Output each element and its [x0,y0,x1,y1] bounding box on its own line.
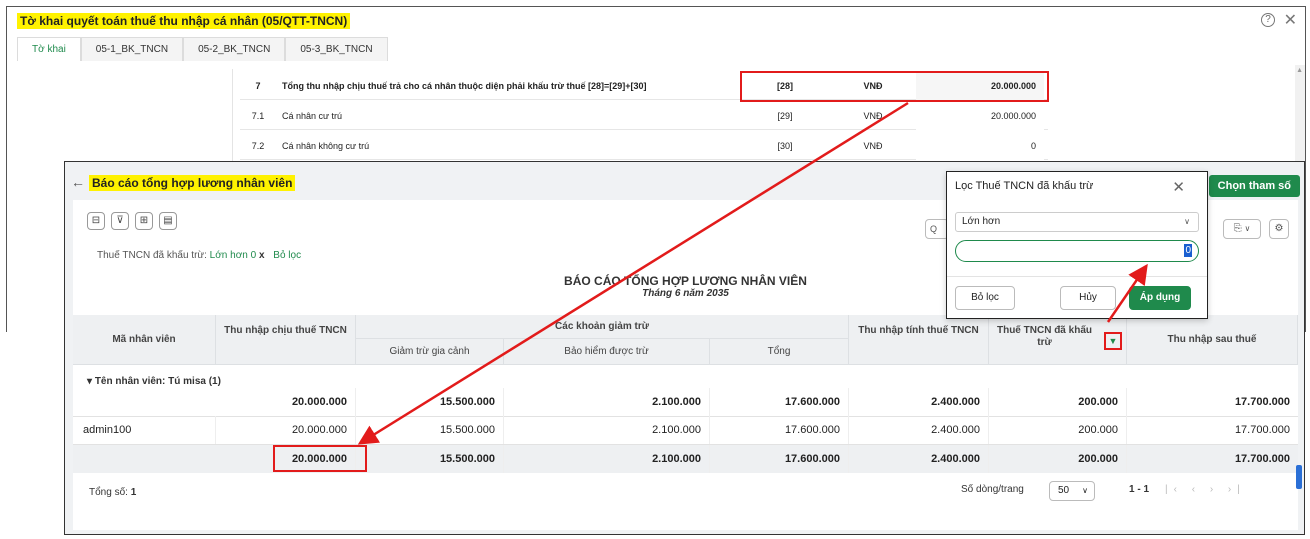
clear-filter-link[interactable]: Bỏ lọc [273,250,301,261]
highlight-box-total [273,445,367,472]
row-code: [30] [777,141,793,151]
filter-value-input[interactable]: 0 [955,240,1199,262]
row-number: 7.1 [251,111,265,121]
cell-insurance: 2.100.000 [504,445,710,473]
chevron-down-icon: ∨ [1184,217,1190,226]
window-title: Tờ khai quyết toán thuế thu nhập cá nhân… [17,13,351,29]
input-value: 0 [1184,244,1192,257]
page-range: 1 - 1 [1129,484,1150,495]
header-insurance-deduction[interactable]: Bảo hiểm được trừ [504,339,710,365]
row-value[interactable]: 20.000.000 [916,102,1044,130]
rows-per-page-value: 50 [1058,485,1070,496]
tab-to-khai[interactable]: Tờ khai [17,37,81,61]
apply-button[interactable]: Áp dụng [1129,286,1191,310]
choose-params-button[interactable]: Chọn tham số [1208,175,1300,197]
cell-assessable: 2.400.000 [849,388,989,416]
cell-family-deduction: 15.500.000 [356,445,504,473]
report-window-title: Báo cáo tổng hợp lương nhân viên [89,175,296,191]
total-count-value: 1 [130,487,137,498]
row-name: Tổng thu nhập chịu thuế trả cho cá nhân … [282,81,647,91]
cell-insurance: 2.100.000 [504,416,710,444]
rows-per-page-label: Số dòng/trang [961,484,1024,495]
declaration-row: 7.2 Cá nhân không cư trú [30] VNĐ 0 [240,132,1048,160]
remove-filter-icon[interactable]: x [259,250,265,261]
cell-insurance: 2.100.000 [504,388,710,416]
pagination-icons[interactable]: |‹ ‹ › ›| [1165,484,1246,495]
total-count-label: Tổng số: [89,487,128,498]
filter-popup: Lọc Thuế TNCN đã khấu trừ ✕ Lớn hơn ∨ 0 … [946,171,1208,319]
total-count: Tổng số: 1 [89,487,136,498]
cell-after-tax: 17.700.000 [1234,396,1290,408]
row-number: 7.2 [251,141,265,151]
search-icon: Q [930,224,938,234]
filter-value[interactable]: Lớn hơn 0 [210,250,256,261]
divider [947,276,1207,277]
chevron-down-icon: ∨ [1244,224,1251,233]
cell-tax-withheld: 200.000 [989,416,1127,444]
filter-icon[interactable]: ⊽ [111,212,129,230]
group-label[interactable]: ▾ Tên nhân viên: Tú misa (1) [87,376,221,387]
header-assessable-income[interactable]: Thu nhập tính thuế TNCN [849,315,989,365]
grid-icon[interactable]: ⊞ [135,212,153,230]
cell-after-tax: 17.700.000 [1234,424,1290,436]
cell-assessable: 2.400.000 [849,416,989,444]
cell-family-deduction: 15.500.000 [356,416,504,444]
tab-bar: Tờ khai 05-1_BK_TNCN 05-2_BK_TNCN 05-3_B… [17,37,388,61]
header-after-tax[interactable]: Thu nhập sau thuế [1127,315,1298,365]
group-total-row: 20.000.000 15.500.000 2.100.000 17.600.0… [73,388,1298,416]
document-icon[interactable]: ▤ [159,212,177,230]
filter-label: Thuế TNCN đã khấu trừ: [97,250,207,261]
operator-select[interactable]: Lớn hơn ∨ [955,212,1199,232]
header-total[interactable]: Tổng [710,339,849,365]
question-circle-icon[interactable]: ? [1261,13,1275,27]
settings-icon[interactable]: ⚙ [1269,219,1289,239]
cell-employee-code: admin100 [73,416,216,444]
tab-05-3[interactable]: 05-3_BK_TNCN [285,37,388,61]
row-number: 7 [255,81,261,91]
active-filter: Thuế TNCN đã khấu trừ: Lớn hơn 0 x Bỏ lọ… [97,250,301,261]
grand-total-row: 20.000.000 15.500.000 2.100.000 17.600.0… [73,445,1298,473]
rows-per-page-select[interactable]: 50 ∨ [1049,481,1095,501]
export-icon: ⎘ [1233,223,1242,234]
header-employee-code[interactable]: Mã nhân viên [73,315,216,365]
row-unit: VNĐ [863,141,883,151]
header-family-deduction[interactable]: Giảm trừ gia cảnh [356,339,504,365]
row-code: [29] [777,111,793,121]
column-filter-icon[interactable]: ▼ [1104,332,1122,350]
header-deductions-group: Các khoản giảm trừ [356,315,849,339]
row-name: Cá nhân không cư trú [282,141,370,151]
close-icon[interactable]: ✕ [1172,178,1185,196]
declaration-row: 7.1 Cá nhân cư trú [29] VNĐ 20.000.000 [240,102,1048,130]
cell-total: 17.600.000 [710,416,849,444]
cell-tax-withheld: 200.000 [989,445,1127,473]
row-value[interactable]: 0 [916,132,1044,160]
tab-05-2[interactable]: 05-2_BK_TNCN [183,37,286,61]
header-taxable-income[interactable]: Thu nhập chịu thuế TNCN [216,315,356,365]
cell-total: 17.600.000 [710,388,849,416]
scroll-handle[interactable] [1296,465,1302,489]
clear-filter-button[interactable]: Bỏ lọc [955,286,1015,310]
cell-family-deduction: 15.500.000 [356,388,504,416]
row-name: Cá nhân cư trú [282,111,343,121]
highlight-box-code-28 [740,71,1049,102]
collapse-icon[interactable]: ⊟ [87,212,105,230]
export-button[interactable]: ⎘ ∨ [1223,219,1261,239]
close-icon[interactable]: ✕ [1284,10,1297,30]
tab-05-1[interactable]: 05-1_BK_TNCN [80,37,184,61]
cell-taxable-income: 20.000.000 [216,388,356,416]
back-arrow-icon[interactable]: ← [71,174,85,190]
cell-assessable: 2.400.000 [849,445,989,473]
group-name: Tên nhân viên: Tú misa (1) [94,376,221,387]
popup-title: Lọc Thuế TNCN đã khấu trừ [955,180,1094,192]
row-unit: VNĐ [863,111,883,121]
cell-tax-withheld: 200.000 [989,388,1127,416]
cell-taxable-income: 20.000.000 [216,416,356,444]
scroll-up-icon[interactable]: ▲ [1296,67,1303,74]
cancel-button[interactable]: Hủy [1060,286,1116,310]
table-row[interactable]: admin100 20.000.000 15.500.000 2.100.000… [73,416,1298,444]
operator-value: Lớn hơn [962,216,1001,227]
cell-after-tax: 17.700.000 [1234,453,1290,465]
cell-total: 17.600.000 [710,445,849,473]
chevron-down-icon: ∨ [1082,486,1088,495]
